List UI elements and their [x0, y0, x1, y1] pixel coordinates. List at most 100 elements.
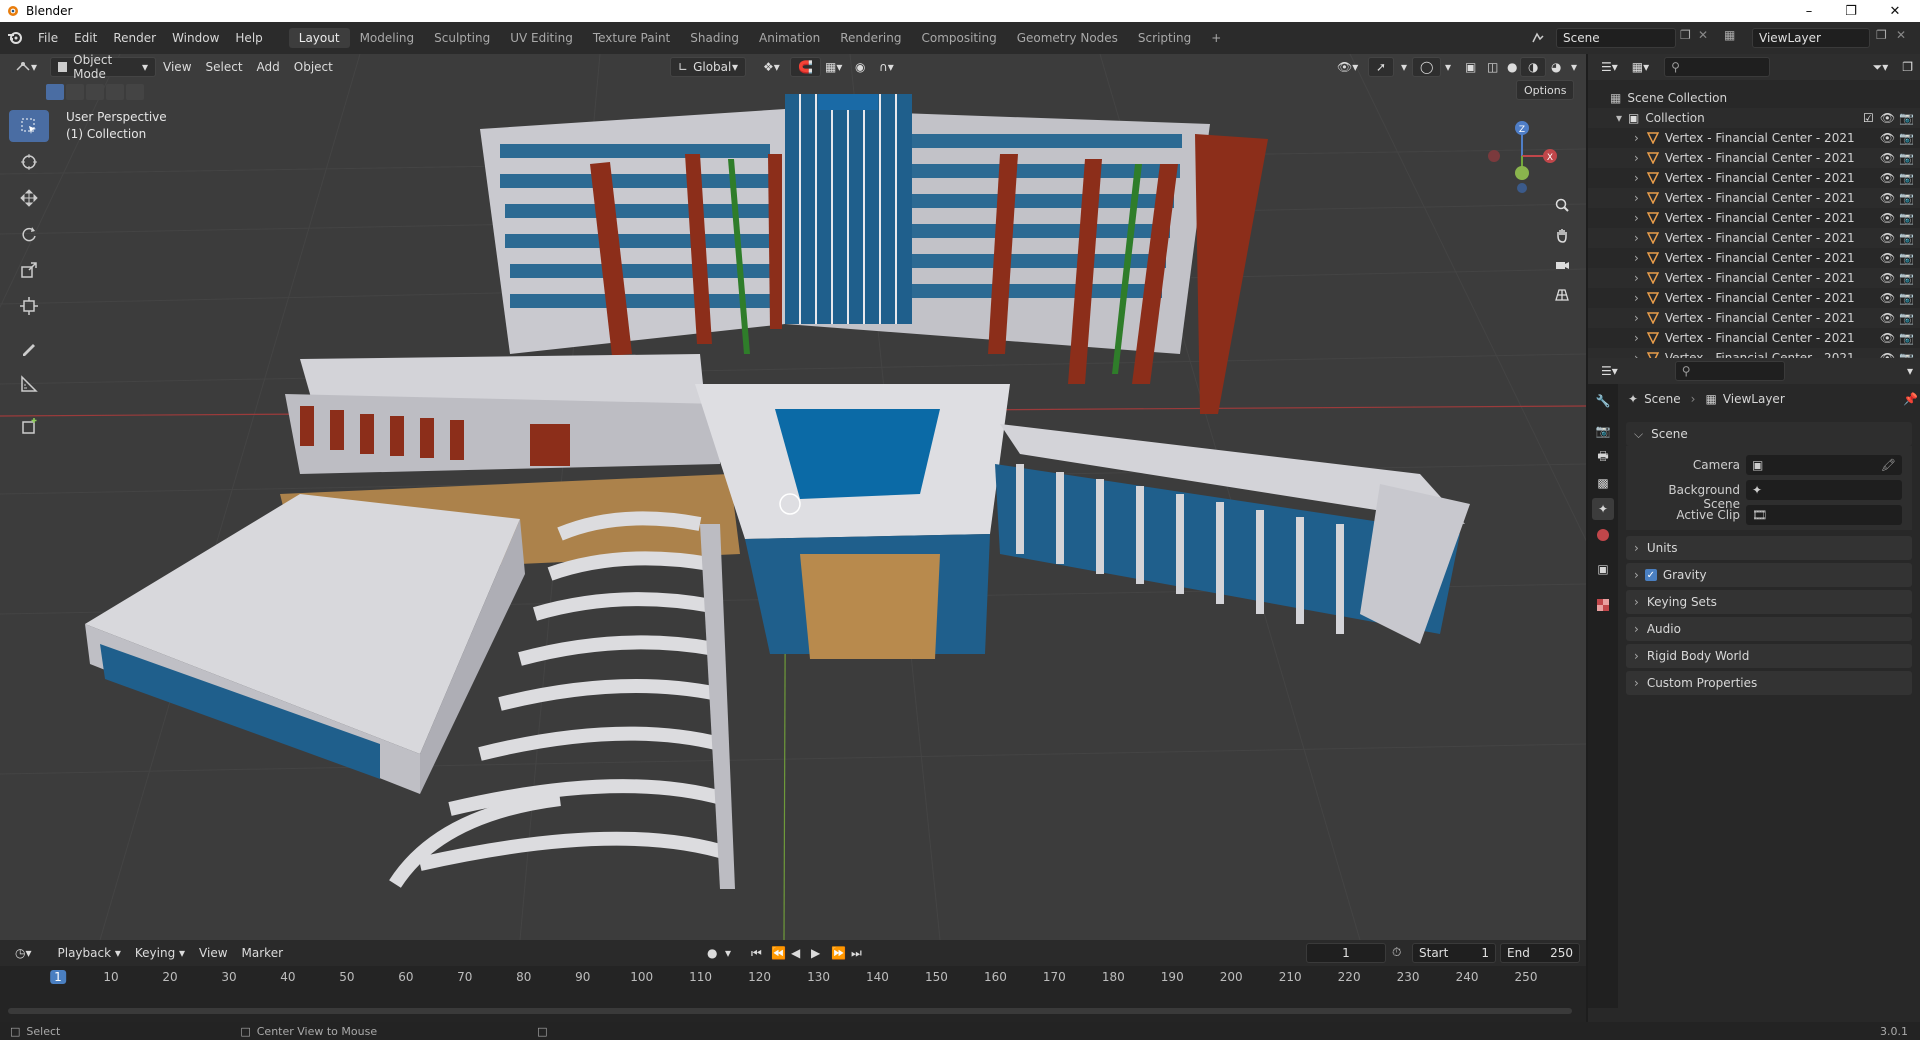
cursor-tool[interactable]: [9, 146, 49, 178]
gravity-checkbox[interactable]: ✓: [1644, 569, 1657, 581]
eye-icon[interactable]: 👁: [1880, 251, 1895, 265]
keying-dropdown[interactable]: ▾: [718, 943, 738, 963]
outliner-collection[interactable]: ▾ ▣ Collection ☑ 👁 📷: [1588, 108, 1920, 128]
menu-help[interactable]: Help: [227, 28, 270, 48]
keying-sets-panel[interactable]: › Keying Sets: [1626, 590, 1912, 614]
eye-icon[interactable]: 👁: [1880, 211, 1895, 225]
gizmo-neg-z-axis[interactable]: [1517, 183, 1527, 193]
expand-chevron-icon[interactable]: ›: [1634, 311, 1639, 325]
rotate-tool[interactable]: [9, 218, 49, 250]
camera-render-icon[interactable]: 📷: [1899, 211, 1914, 225]
select-intersect-icon[interactable]: [126, 84, 144, 100]
stopwatch-icon[interactable]: ⏱: [1392, 945, 1401, 960]
units-panel[interactable]: › Units: [1626, 536, 1912, 560]
viewport-menu-object[interactable]: Object: [287, 57, 340, 77]
view-layer-tab[interactable]: ▩: [1592, 472, 1614, 494]
eye-icon[interactable]: 👁: [1880, 151, 1895, 165]
snap-target-dropdown[interactable]: ▦▾: [818, 57, 849, 77]
eye-icon[interactable]: 👁: [1880, 131, 1895, 145]
properties-search-input[interactable]: ⚲: [1674, 361, 1785, 381]
end-frame-field[interactable]: End 250: [1500, 943, 1580, 963]
camera-render-icon[interactable]: 📷: [1899, 111, 1914, 125]
viewport-menu-add[interactable]: Add: [250, 57, 287, 77]
annotate-tool[interactable]: [9, 332, 49, 364]
expand-chevron-icon[interactable]: ›: [1634, 331, 1639, 345]
navigation-gizmo[interactable]: Z X: [1484, 118, 1560, 194]
visibility-filter-button[interactable]: 👁▾: [1330, 57, 1365, 77]
move-tool[interactable]: [9, 182, 49, 214]
camera-render-icon[interactable]: 📷: [1899, 131, 1914, 145]
blender-menu-icon[interactable]: [0, 31, 30, 45]
custom-properties-panel[interactable]: › Custom Properties: [1626, 671, 1912, 695]
collection-tab[interactable]: ▣: [1592, 558, 1614, 580]
current-frame-field[interactable]: 1: [1306, 943, 1386, 963]
options-dropdown[interactable]: Options: [1516, 80, 1575, 100]
expand-chevron-icon[interactable]: ›: [1634, 291, 1639, 305]
scale-tool[interactable]: [9, 254, 49, 286]
timeline-menu-playback[interactable]: Playback ▾: [51, 943, 128, 963]
camera-render-icon[interactable]: 📷: [1899, 191, 1914, 205]
viewlayer-selector[interactable]: ViewLayer: [1752, 28, 1870, 48]
timeline-menu-view[interactable]: View: [192, 943, 234, 963]
tool-tab[interactable]: 🔧: [1592, 390, 1614, 412]
close-window-button[interactable]: ✕: [1872, 0, 1918, 22]
start-frame-field[interactable]: Start 1: [1412, 943, 1496, 963]
transform-tool[interactable]: [9, 290, 49, 322]
pan-view-button[interactable]: [1549, 222, 1575, 248]
eye-icon[interactable]: 👁: [1880, 331, 1895, 345]
outliner-object-row[interactable]: › Vertex - Financial Center - 2021 - 0: 👁 📷: [1588, 228, 1920, 248]
expand-chevron-icon[interactable]: ›: [1634, 191, 1639, 205]
menu-render[interactable]: Render: [105, 28, 164, 48]
new-viewlayer-icon[interactable]: ❐: [1876, 28, 1887, 42]
tab-shading[interactable]: Shading: [680, 28, 749, 48]
outliner-object-row[interactable]: › Vertex - Financial Center - 2021 - 0: 👁 📷: [1588, 188, 1920, 208]
proportional-falloff-dropdown[interactable]: ∩▾: [872, 57, 901, 77]
transform-orientation-dropdown[interactable]: ∟ Global ▾: [670, 57, 746, 77]
camera-render-icon[interactable]: 📷: [1899, 271, 1914, 285]
outliner-object-row[interactable]: › Vertex - Financial Center - 2021 - 0: 👁 📷: [1588, 308, 1920, 328]
active-clip-field[interactable]: 🎞: [1746, 505, 1902, 525]
texture-tab[interactable]: [1592, 594, 1614, 616]
add-workspace-button[interactable]: +: [1201, 28, 1231, 48]
maximize-button[interactable]: ❐: [1828, 0, 1874, 22]
properties-options-dropdown[interactable]: ▾: [1900, 361, 1920, 381]
expand-chevron-icon[interactable]: ›: [1634, 131, 1639, 145]
select-box-tool[interactable]: [9, 110, 49, 142]
camera-view-button[interactable]: [1549, 252, 1575, 278]
eye-icon[interactable]: 👁: [1880, 271, 1895, 285]
outliner-object-row[interactable]: › Vertex - Financial Center - 2021 - 0: 👁 📷: [1588, 288, 1920, 308]
toggle-projection-button[interactable]: [1549, 282, 1575, 308]
pin-icon[interactable]: 📌: [1903, 392, 1918, 406]
viewport-menu-select[interactable]: Select: [199, 57, 250, 77]
pivot-point-button[interactable]: ❖▾: [756, 57, 787, 77]
timeline-track-area[interactable]: 1 10 20 30 40 50 60 70 80 90 100 110 120 130 140 150 160…: [0, 966, 1586, 1022]
outliner-scene-collection[interactable]: ▦ Scene Collection: [1588, 88, 1920, 108]
select-subtract-icon[interactable]: [86, 84, 104, 100]
tab-animation[interactable]: Animation: [749, 28, 830, 48]
editor-type-button[interactable]: ▾: [8, 57, 44, 77]
shading-options-dropdown[interactable]: ▾: [1564, 57, 1584, 77]
outliner-object-row[interactable]: › Vertex - Financial Center - 2021 - 0: 👁 📷: [1588, 268, 1920, 288]
outliner-object-row[interactable]: › Vertex - Financial Center - 2021 - 0: 👁 📷: [1588, 168, 1920, 188]
collection-checkbox[interactable]: ☑: [1863, 111, 1874, 125]
camera-render-icon[interactable]: 📷: [1899, 311, 1914, 325]
select-invert-icon[interactable]: [106, 84, 124, 100]
object-mode-dropdown[interactable]: Object Mode ▾: [50, 53, 157, 81]
delete-viewlayer-icon[interactable]: ✕: [1896, 28, 1906, 42]
gizmo-y-axis[interactable]: [1515, 166, 1529, 180]
camera-render-icon[interactable]: 📷: [1899, 151, 1914, 165]
delete-scene-icon[interactable]: ✕: [1698, 28, 1708, 42]
outliner-object-row[interactable]: › Vertex - Financial Center - 2021 - 0: 👁 📷: [1588, 208, 1920, 228]
minimize-button[interactable]: –: [1786, 0, 1832, 22]
tab-uv-editing[interactable]: UV Editing: [500, 28, 583, 48]
output-tab[interactable]: 🖶: [1592, 446, 1614, 468]
3d-viewport[interactable]: User Perspective (1) Collection Z X: [0, 54, 1586, 940]
outliner-search-input[interactable]: ⚲: [1664, 57, 1771, 77]
expand-chevron-icon[interactable]: ▾: [1616, 111, 1622, 125]
rigid-body-world-panel[interactable]: › Rigid Body World: [1626, 644, 1912, 668]
snap-toggle[interactable]: 🧲: [790, 57, 821, 77]
menu-file[interactable]: File: [30, 28, 66, 48]
viewport-menu-view[interactable]: View: [156, 57, 198, 77]
tab-modeling[interactable]: Modeling: [350, 28, 425, 48]
camera-render-icon[interactable]: 📷: [1899, 251, 1914, 265]
